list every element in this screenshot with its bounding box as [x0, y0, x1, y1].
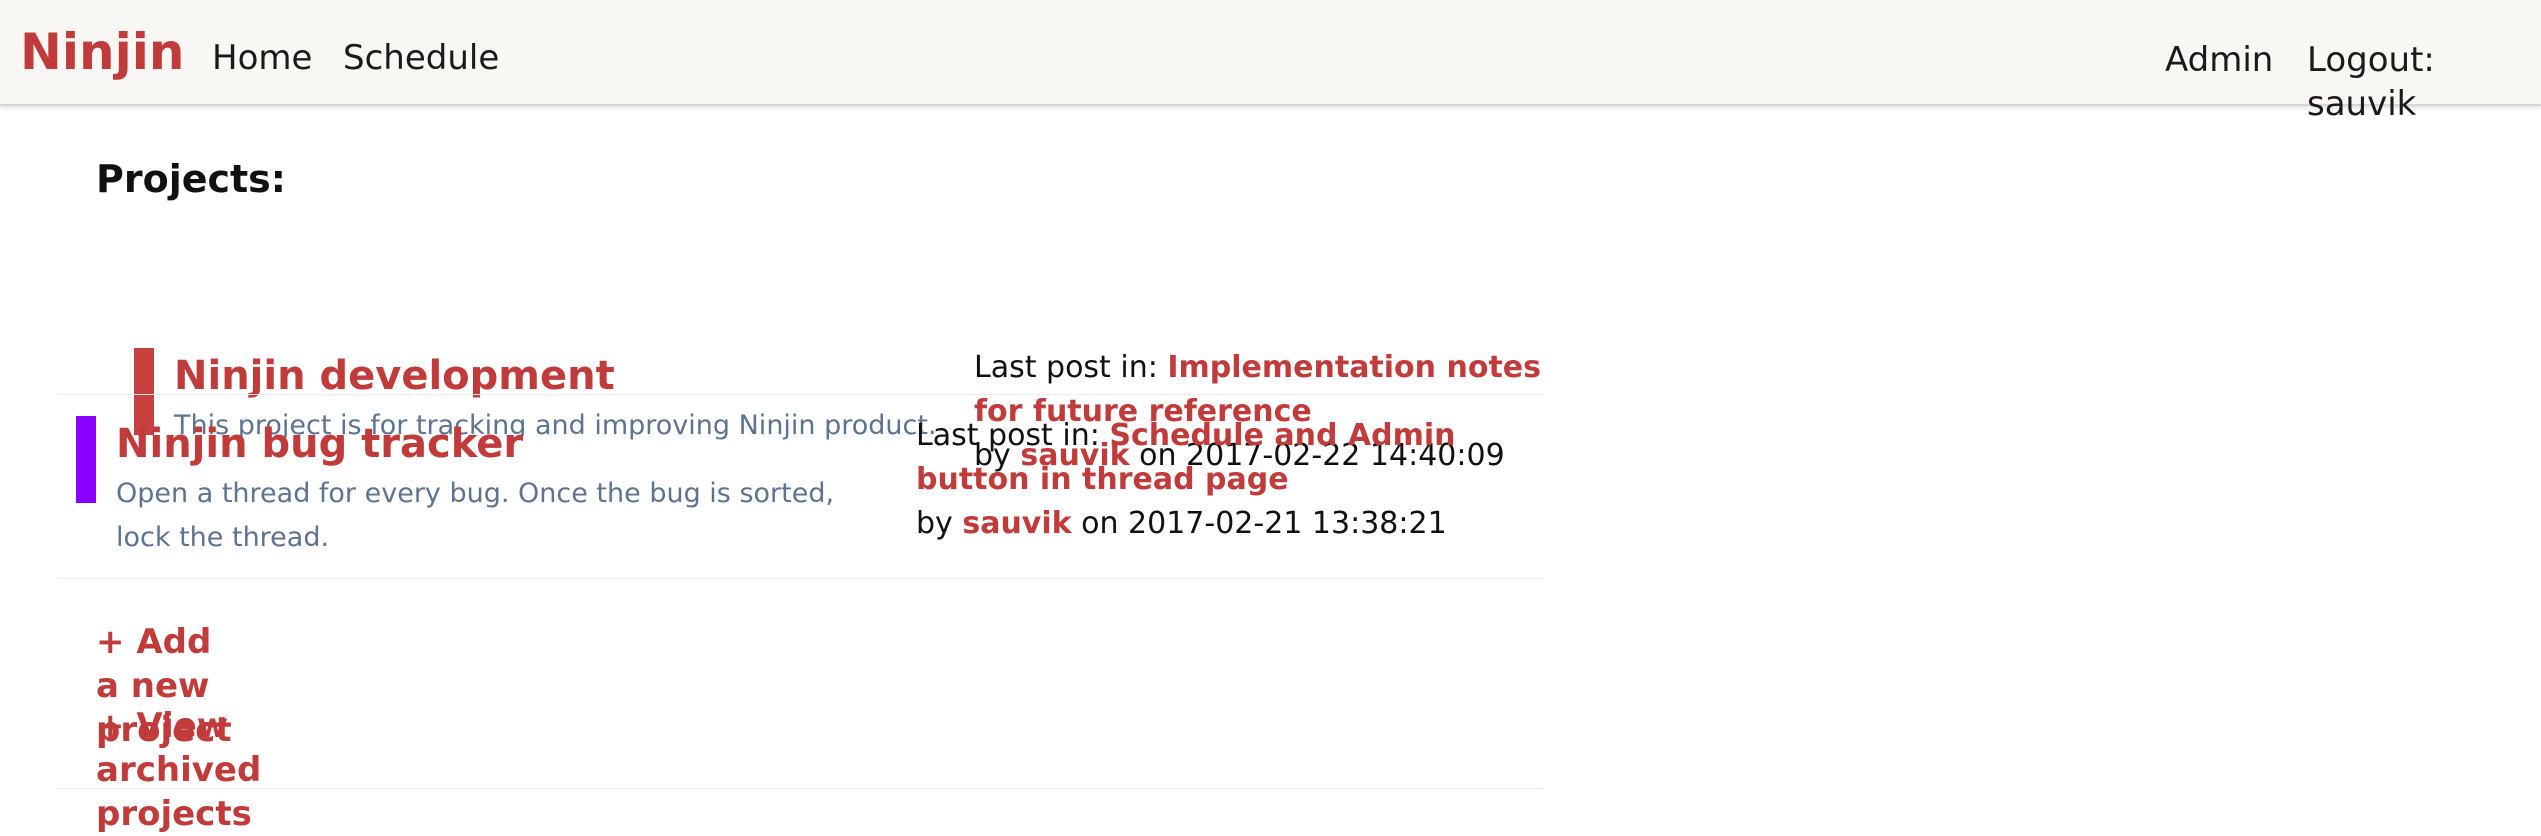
by-prefix: by: [916, 506, 963, 541]
row-divider: [58, 578, 1543, 579]
author-link[interactable]: sauvik: [962, 506, 1071, 541]
last-post-prefix: Last post in:: [916, 418, 1110, 453]
nav-logout-link[interactable]: Logout: sauvik: [2307, 38, 2541, 126]
nav-schedule-link[interactable]: Schedule: [343, 36, 499, 80]
top-navbar: Ninjin Home Schedule Admin Logout: sauvi…: [0, 0, 2541, 124]
nav-home-link[interactable]: Home: [212, 36, 312, 80]
page-title: Projects:: [96, 157, 286, 201]
post-timestamp: 2017-02-21 13:38:21: [1128, 506, 1447, 541]
brand-logo[interactable]: Ninjin: [20, 22, 184, 82]
last-post-prefix: Last post in:: [974, 350, 1168, 385]
project-description: Open a thread for every bug. Once the bu…: [116, 478, 835, 553]
on-prefix: on: [1071, 506, 1129, 541]
project-name-link[interactable]: Ninjin bug tracker: [116, 418, 523, 470]
row-divider: [58, 788, 1543, 789]
last-post-info: Last post in: Schedule and Admin button …: [916, 414, 1536, 546]
view-archived-projects-link[interactable]: + View archived projects: [96, 704, 261, 836]
project-color-bar: [76, 416, 96, 503]
row-divider: [58, 394, 1543, 395]
nav-admin-link[interactable]: Admin: [2165, 38, 2273, 82]
